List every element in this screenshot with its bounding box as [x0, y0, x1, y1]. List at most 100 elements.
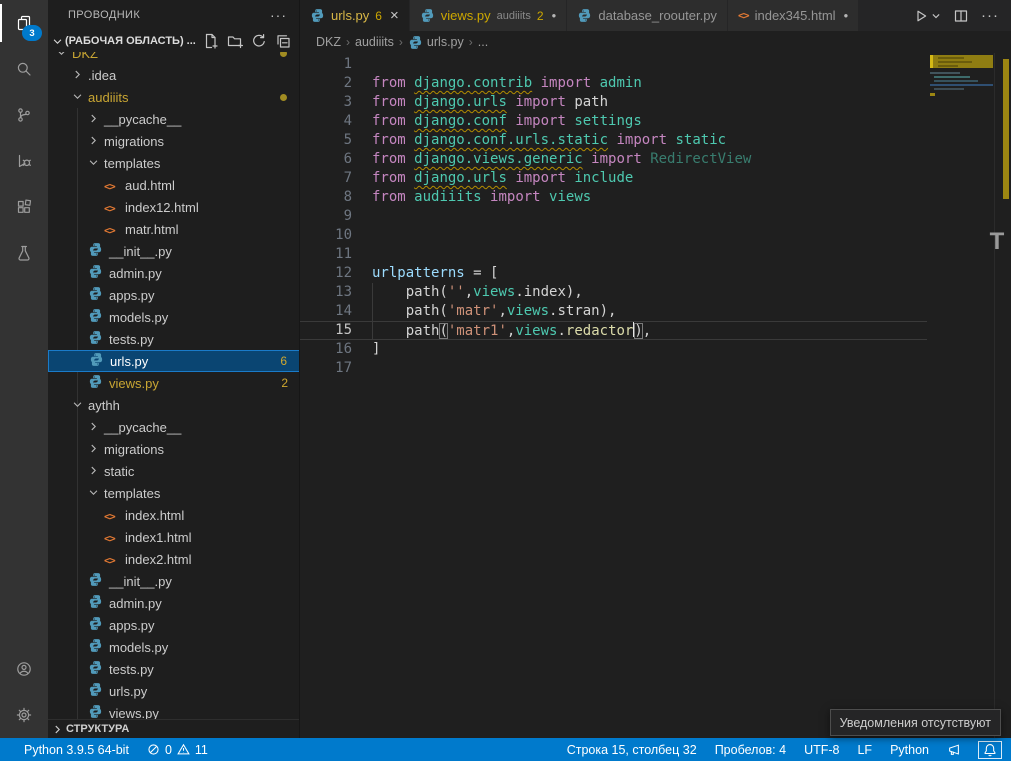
- code-line-17: 17: [300, 359, 927, 378]
- status-label: Python: [890, 743, 929, 757]
- scrollbar-artifact: T: [984, 229, 1010, 255]
- status-indentation[interactable]: Пробелов: 4: [715, 743, 786, 757]
- editor-scrollbar[interactable]: [994, 53, 1011, 738]
- status-eol[interactable]: LF: [857, 743, 872, 757]
- tree-item-admin-py[interactable]: admin.py: [48, 592, 300, 614]
- vscode-window: 3 ПРОВОДНИК ··· (РАБОЧАЯ ОБЛАСТЬ) ... DK…: [0, 0, 1011, 761]
- tree-item-tests-py[interactable]: tests.py: [48, 658, 300, 680]
- new-file-icon[interactable]: [203, 33, 219, 49]
- refresh-icon[interactable]: [251, 33, 267, 49]
- activitybar-testing[interactable]: [0, 230, 48, 276]
- tree-item-index12-html[interactable]: <>index12.html: [48, 196, 300, 218]
- tree-item-label: admin.py: [109, 596, 300, 611]
- status-notifications[interactable]: [979, 742, 1001, 758]
- line-number: 2: [300, 74, 352, 93]
- tree-item-models-py[interactable]: models.py: [48, 306, 300, 328]
- html-icon: <>: [104, 511, 115, 523]
- tree-item-matr-html[interactable]: <>matr.html: [48, 218, 300, 240]
- tree-item-migrations[interactable]: migrations: [48, 130, 300, 152]
- tree-item-urls-py[interactable]: urls.py: [48, 680, 300, 702]
- tree-item-models-py[interactable]: models.py: [48, 636, 300, 658]
- tree-item-dkz[interactable]: DKZ: [48, 52, 300, 64]
- tree-item-templates[interactable]: templates: [48, 482, 300, 504]
- tree-item-pycache[interactable]: __pycache__: [48, 416, 300, 438]
- new-folder-icon[interactable]: [227, 33, 243, 49]
- html-icon: <>: [104, 225, 115, 237]
- chevron-down-icon: [52, 36, 63, 47]
- tree-item-views-py[interactable]: views.py: [48, 702, 300, 719]
- tab-bar: urls.py6×views.pyaudiiits2●database_roou…: [300, 0, 1011, 31]
- activitybar-search[interactable]: [0, 46, 48, 92]
- line-number: 4: [300, 112, 352, 131]
- tab-label: views.py: [441, 8, 491, 23]
- status-cursor-position[interactable]: Строка 15, столбец 32: [567, 743, 697, 757]
- code-line-3: 3from django.urls import path: [300, 93, 927, 112]
- line-number: 10: [300, 226, 352, 245]
- python-icon: [88, 594, 103, 609]
- tree-item-aythh[interactable]: aythh: [48, 394, 300, 416]
- testing-icon: [16, 245, 32, 261]
- tree-item-urls-py[interactable]: urls.py6: [48, 350, 300, 372]
- tree-item-templates[interactable]: templates: [48, 152, 300, 174]
- chevron-down-small-icon: [931, 11, 941, 21]
- status-label: UTF-8: [804, 743, 839, 757]
- tree-item-apps-py[interactable]: apps.py: [48, 614, 300, 636]
- collapse-all-icon[interactable]: [275, 33, 291, 49]
- tree-item-idea[interactable]: .idea: [48, 64, 300, 86]
- code-line-11: 11: [300, 245, 927, 264]
- tree-item-index-html[interactable]: <>index.html: [48, 504, 300, 526]
- tab-database-roouter-py[interactable]: database_roouter.py: [567, 0, 728, 31]
- tree-item-tests-py[interactable]: tests.py: [48, 328, 300, 350]
- code-line-14: 14 path('matr',views.stran),: [300, 302, 927, 321]
- run-python-file-button[interactable]: [913, 8, 941, 24]
- tree-item-migrations[interactable]: migrations: [48, 438, 300, 460]
- tree-item-static[interactable]: static: [48, 460, 300, 482]
- outline-section-header[interactable]: СТРУКТУРА: [48, 719, 300, 738]
- tree-item-label: index2.html: [125, 552, 300, 567]
- tab-views-py[interactable]: views.pyaudiiits2●: [410, 0, 568, 31]
- activitybar-run-debug[interactable]: [0, 138, 48, 184]
- activitybar-source-control[interactable]: [0, 92, 48, 138]
- run-icon: [913, 8, 929, 24]
- tree-item-audiiits[interactable]: audiiits: [48, 86, 300, 108]
- workspace-section-header[interactable]: (РАБОЧАЯ ОБЛАСТЬ) ...: [48, 30, 299, 52]
- tree-item-index2-html[interactable]: <>index2.html: [48, 548, 300, 570]
- tree-item-label: __init__.py: [109, 244, 300, 259]
- line-number: 8: [300, 188, 352, 207]
- code-editor[interactable]: 12from django.contrib import admin3from …: [300, 53, 1011, 738]
- tree-item-init-py[interactable]: __init__.py: [48, 240, 300, 262]
- sidebar-more-button[interactable]: ···: [270, 7, 287, 23]
- tree-item-views-py[interactable]: views.py2: [48, 372, 300, 394]
- activitybar-account[interactable]: [0, 646, 48, 692]
- tree-item-admin-py[interactable]: admin.py: [48, 262, 300, 284]
- line-number: 17: [300, 359, 352, 378]
- status-python-interpreter[interactable]: Python 3.9.5 64-bit: [24, 743, 129, 757]
- status-encoding[interactable]: UTF-8: [804, 743, 839, 757]
- tree-item-init-py[interactable]: __init__.py: [48, 570, 300, 592]
- breadcrumb-item[interactable]: ...: [478, 35, 488, 49]
- tab-urls-py[interactable]: urls.py6×: [300, 0, 410, 31]
- activitybar-badge: 3: [22, 25, 42, 41]
- dirty-indicator[interactable]: ●: [844, 11, 849, 20]
- line-number: 5: [300, 131, 352, 150]
- breadcrumb-item[interactable]: DKZ: [316, 35, 341, 49]
- activitybar-settings[interactable]: [0, 692, 48, 738]
- tab-index345-html[interactable]: <>index345.html●: [728, 0, 859, 31]
- status-problems[interactable]: 011: [147, 743, 208, 757]
- dirty-indicator[interactable]: ●: [552, 11, 557, 20]
- tree-item-index1-html[interactable]: <>index1.html: [48, 526, 300, 548]
- minimap[interactable]: [930, 55, 993, 295]
- tree-item-aud-html[interactable]: <>aud.html: [48, 174, 300, 196]
- tree-item-apps-py[interactable]: apps.py: [48, 284, 300, 306]
- breadcrumb-item[interactable]: audiiits: [355, 35, 394, 49]
- code-line-13: 13 path('',views.index),: [300, 283, 927, 302]
- activitybar-extensions[interactable]: [0, 184, 48, 230]
- split-editor-icon[interactable]: [953, 8, 969, 24]
- more-actions-button[interactable]: ···: [981, 7, 999, 24]
- breadcrumb-item[interactable]: urls.py: [408, 35, 464, 50]
- close-icon[interactable]: ×: [390, 8, 399, 23]
- status-feedback[interactable]: [947, 743, 961, 757]
- tree-item-pycache[interactable]: __pycache__: [48, 108, 300, 130]
- activitybar-explorer[interactable]: 3: [0, 0, 48, 46]
- status-language-mode[interactable]: Python: [890, 743, 929, 757]
